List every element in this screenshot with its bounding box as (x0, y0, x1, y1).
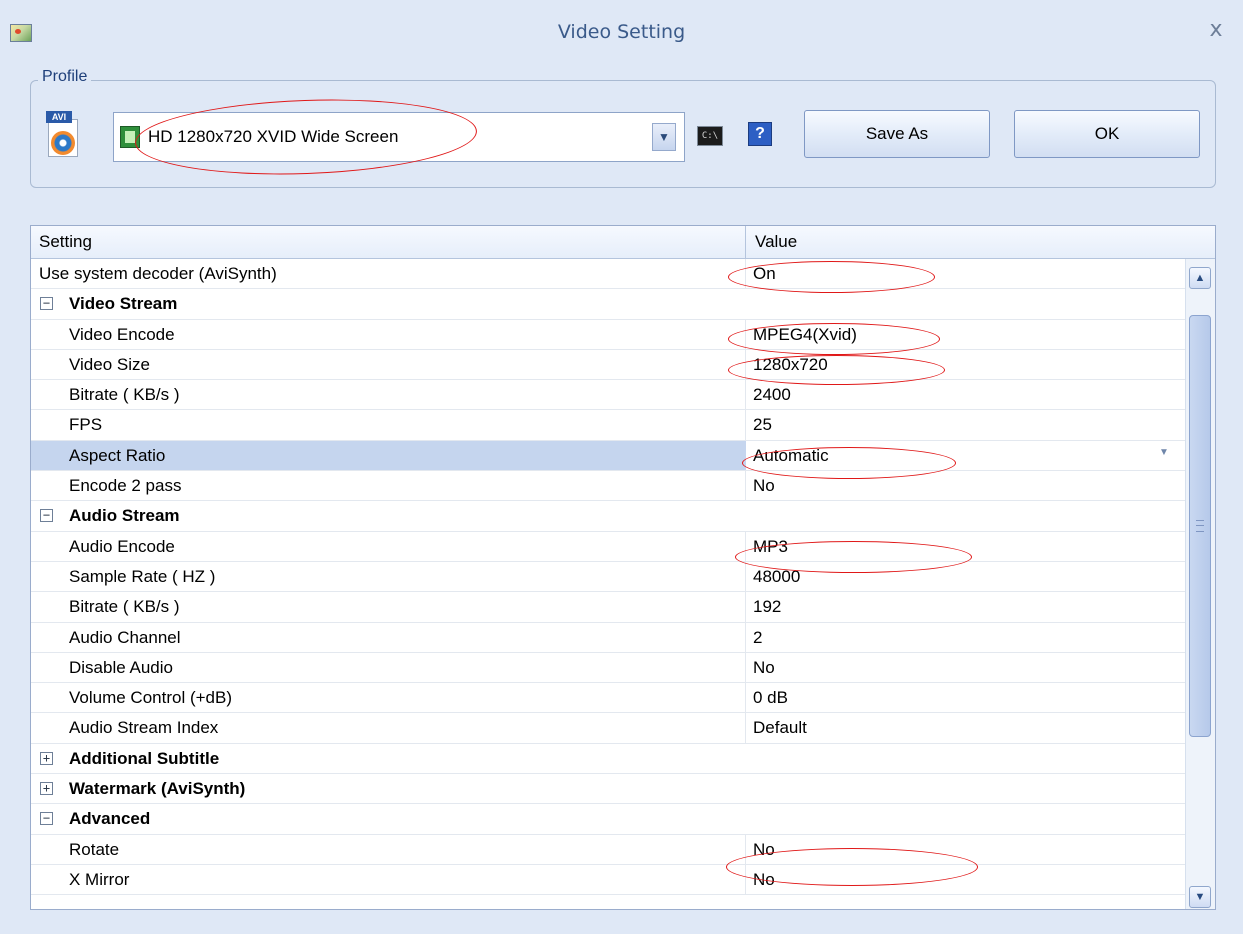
ok-button[interactable]: OK (1014, 110, 1200, 158)
film-icon (120, 126, 140, 148)
setting-name: Additional Subtitle (69, 748, 220, 768)
setting-value[interactable]: Automatic (753, 446, 829, 466)
setting-name: Video Encode (69, 324, 175, 344)
expand-icon[interactable]: + (40, 782, 53, 796)
scroll-up-icon[interactable]: ▲ (1189, 267, 1211, 289)
scroll-down-icon[interactable]: ▼ (1189, 886, 1211, 908)
close-button[interactable]: x (1203, 17, 1229, 43)
expand-icon[interactable]: + (40, 751, 53, 765)
grid-row[interactable]: Bitrate ( KB/s ) 192 (31, 592, 1185, 623)
setting-name: FPS (69, 415, 103, 435)
grid-row[interactable]: Audio Channel 2 (31, 622, 1185, 653)
grid-category[interactable]: − Video Stream (31, 289, 1185, 320)
scrollbar-thumb[interactable] (1189, 315, 1211, 737)
setting-name: Use system decoder (AviSynth) (39, 264, 277, 283)
avi-file-icon: AVI (46, 111, 80, 161)
setting-name: Volume Control (+dB) (69, 688, 232, 708)
setting-name: Encode 2 pass (69, 476, 182, 496)
chevron-down-icon[interactable]: ▼ (652, 123, 676, 151)
setting-value[interactable]: 2 (753, 628, 762, 648)
setting-value[interactable]: 192 (753, 597, 781, 617)
setting-name: Watermark (AviSynth) (69, 779, 246, 799)
setting-name: Audio Channel (69, 627, 181, 647)
grid-category[interactable]: + Watermark (AviSynth) (31, 774, 1185, 805)
grid-row[interactable]: Sample Rate ( HZ ) 48000 (31, 561, 1185, 593)
grid-row[interactable]: Video Size 1280x720 (31, 349, 1185, 381)
grid-row[interactable]: Rotate No (31, 834, 1185, 865)
setting-name: Video Size (69, 354, 150, 374)
value-dropdown-icon[interactable]: ▼ (1159, 447, 1169, 458)
grid-row[interactable]: Bitrate ( KB/s ) 2400 (31, 380, 1185, 411)
grid-category[interactable]: + Additional Subtitle (31, 743, 1185, 775)
setting-value[interactable]: 48000 (753, 567, 800, 587)
header-value[interactable]: Value (755, 232, 797, 252)
grid-row[interactable]: Video Encode MPEG4(Xvid) (31, 319, 1185, 350)
setting-value[interactable]: 0 dB (753, 688, 788, 708)
grid-row[interactable]: Disable Audio No (31, 652, 1185, 684)
grid-category[interactable]: − Audio Stream (31, 501, 1185, 532)
help-icon[interactable]: ? (748, 122, 772, 146)
setting-value[interactable]: MP3 (753, 537, 788, 557)
vertical-scrollbar[interactable]: ▲ ▼ (1185, 259, 1215, 909)
setting-value[interactable]: No (753, 840, 775, 860)
command-prompt-icon[interactable]: C:\ (697, 126, 723, 146)
setting-value[interactable]: Default (753, 718, 807, 738)
collapse-icon[interactable]: − (40, 297, 53, 311)
profile-select[interactable]: HD 1280x720 XVID Wide Screen ▼ (113, 112, 685, 162)
setting-value[interactable]: 1280x720 (753, 355, 828, 375)
setting-name: X Mirror (69, 869, 130, 889)
grid-row[interactable]: Encode 2 pass No (31, 471, 1185, 502)
setting-name: Audio Stream (69, 506, 180, 526)
setting-value[interactable]: On (753, 264, 776, 284)
setting-name: Aspect Ratio (69, 445, 166, 465)
setting-name: Disable Audio (69, 657, 173, 677)
grid-row[interactable]: Audio Stream Index Default (31, 713, 1185, 744)
grid-rows: Use system decoder (AviSynth) On − Video St… (31, 259, 1185, 896)
settings-grid: Setting Value Use system decoder (AviSyn… (30, 225, 1216, 910)
window-title: Video Setting (557, 21, 686, 43)
setting-name: Rotate (69, 839, 120, 859)
setting-value[interactable]: MPEG4(Xvid) (753, 325, 857, 345)
header-setting[interactable]: Setting (39, 232, 92, 252)
grid-row[interactable]: Aspect Ratio ▼ Automatic (31, 440, 1185, 472)
title-bar: Video Setting x (0, 0, 1243, 64)
setting-value[interactable]: 2400 (753, 385, 791, 405)
collapse-icon[interactable]: − (40, 812, 53, 826)
collapse-icon[interactable]: − (40, 509, 53, 523)
setting-name: Video Stream (69, 294, 178, 314)
setting-name: Audio Stream Index (69, 718, 219, 738)
profile-selected-value: HD 1280x720 XVID Wide Screen (148, 127, 399, 146)
setting-value[interactable]: 25 (753, 415, 772, 435)
setting-name: Audio Encode (69, 536, 175, 556)
setting-name: Bitrate ( KB/s ) (69, 385, 180, 405)
setting-value[interactable]: No (753, 476, 775, 496)
grid-row[interactable]: Audio Encode MP3 (31, 531, 1185, 562)
setting-name: Sample Rate ( HZ ) (69, 566, 216, 586)
grid-row[interactable]: Volume Control (+dB) 0 dB (31, 683, 1185, 714)
grid-header: Setting Value (31, 226, 1215, 259)
profile-legend: Profile (38, 68, 92, 86)
setting-value[interactable]: No (753, 658, 775, 678)
setting-name: Bitrate ( KB/s ) (69, 597, 180, 617)
grid-row[interactable]: FPS 25 (31, 410, 1185, 441)
grid-row[interactable]: Use system decoder (AviSynth) On (31, 259, 1185, 290)
setting-value[interactable]: No (753, 870, 775, 890)
grid-category[interactable]: − Advanced (31, 804, 1185, 835)
save-as-button[interactable]: Save As (804, 110, 990, 158)
grid-row[interactable]: X Mirror No (31, 864, 1185, 896)
setting-name: Advanced (69, 809, 151, 829)
